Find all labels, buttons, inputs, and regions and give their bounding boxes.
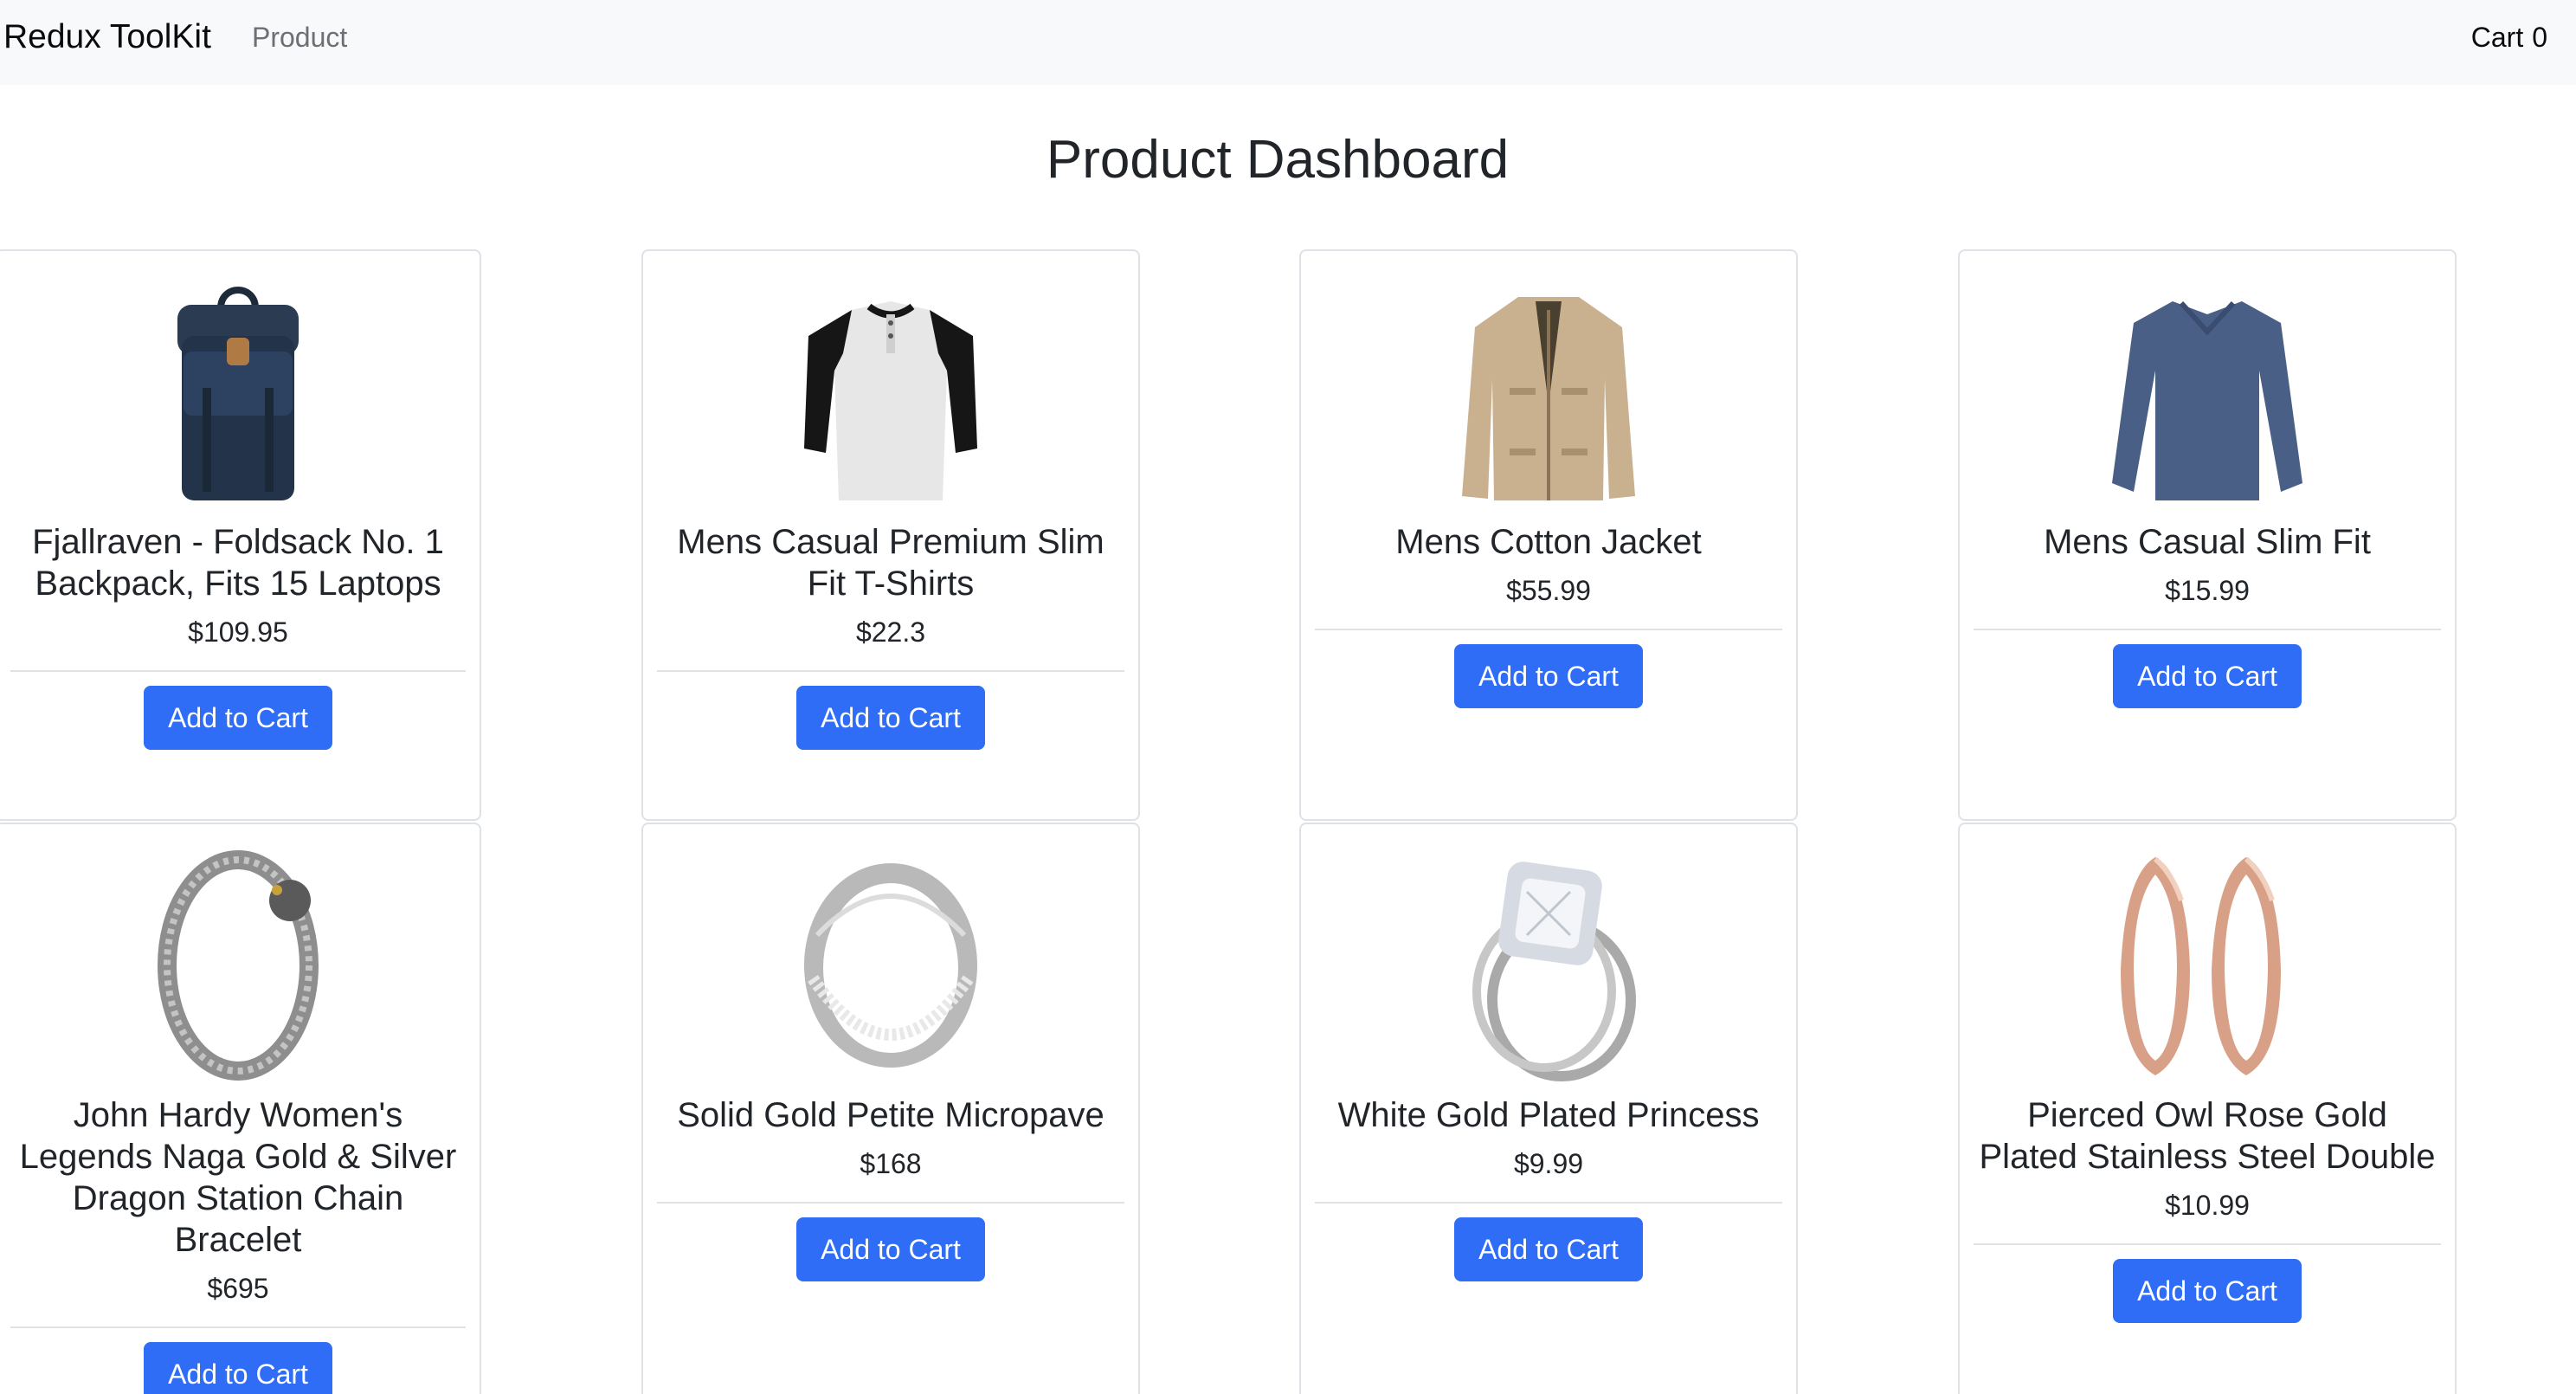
product-title: Mens Cotton Jacket <box>1395 523 1702 561</box>
add-to-cart-button[interactable]: Add to Cart <box>796 686 985 750</box>
product-price: $695 <box>207 1273 269 1304</box>
product-card-body: Mens Casual Slim Fit $15.99 Add to Cart <box>1974 521 2441 708</box>
backpack-image <box>138 275 338 509</box>
product-card: Mens Casual Slim Fit $15.99 Add to Cart <box>1958 249 2457 821</box>
product-title: Solid Gold Petite Micropave <box>677 1096 1104 1134</box>
product-title: White Gold Plated Princess <box>1337 1096 1760 1134</box>
product-title: Fjallraven - Foldsack No. 1 Backpack, Fi… <box>32 523 444 603</box>
product-card-body: Mens Cotton Jacket $55.99 Add to Cart <box>1315 521 1782 708</box>
product-price: $22.3 <box>855 616 926 648</box>
product-price: $10.99 <box>2165 1190 2250 1221</box>
product-title: Pierced Owl Rose Gold Plated Stainless S… <box>1979 1096 2436 1176</box>
bracelet-image <box>138 849 338 1082</box>
product-title: John Hardy Women's Legends Naga Gold & S… <box>19 1096 457 1259</box>
product-card-body: Pierced Owl Rose Gold Plated Stainless S… <box>1974 1094 2441 1323</box>
card-divider <box>1974 1243 2441 1245</box>
product-card: Solid Gold Petite Micropave $168 Add to … <box>641 823 1140 1394</box>
product-price: $168 <box>860 1148 922 1179</box>
add-to-cart-button[interactable]: Add to Cart <box>144 686 332 750</box>
card-divider <box>1315 1202 1782 1204</box>
product-card-body: White Gold Plated Princess $9.99 Add to … <box>1315 1094 1782 1281</box>
add-to-cart-button[interactable]: Add to Cart <box>2113 1259 2302 1323</box>
product-price: $9.99 <box>1513 1148 1584 1179</box>
card-divider <box>10 1326 466 1328</box>
product-price: $15.99 <box>2165 575 2250 606</box>
product-card: Mens Cotton Jacket $55.99 Add to Cart <box>1299 249 1798 821</box>
product-card: Mens Casual Premium Slim Fit T-Shirts $2… <box>641 249 1140 821</box>
product-title: Mens Casual Slim Fit <box>2044 523 2371 561</box>
product-price: $55.99 <box>1506 575 1591 606</box>
diamond-ring-image <box>1449 849 1648 1082</box>
ring-image <box>791 849 990 1082</box>
navbar: Redux ToolKit Product Cart 0 <box>0 0 2576 85</box>
product-card-body: Solid Gold Petite Micropave $168 Add to … <box>657 1094 1124 1281</box>
product-card: Pierced Owl Rose Gold Plated Stainless S… <box>1958 823 2457 1394</box>
jacket-image <box>1449 275 1648 509</box>
card-divider <box>657 1202 1124 1204</box>
product-price: $109.95 <box>188 616 288 648</box>
brand-link[interactable]: Redux ToolKit <box>3 16 211 59</box>
product-title: Mens Casual Premium Slim Fit T-Shirts <box>677 523 1104 603</box>
product-card-body: Fjallraven - Foldsack No. 1 Backpack, Fi… <box>10 521 466 750</box>
card-divider <box>10 670 466 672</box>
add-to-cart-button[interactable]: Add to Cart <box>144 1342 332 1394</box>
cart-link[interactable]: Cart 0 <box>2471 19 2547 55</box>
add-to-cart-button[interactable]: Add to Cart <box>2113 644 2302 708</box>
product-card: White Gold Plated Princess $9.99 Add to … <box>1299 823 1798 1394</box>
cart-count: 0 <box>2532 22 2547 53</box>
earrings-image <box>2108 849 2307 1082</box>
product-card-body: Mens Casual Premium Slim Fit T-Shirts $2… <box>657 521 1124 750</box>
page: Redux ToolKit Product Cart 0 Product Dash… <box>0 0 2576 1394</box>
longsleeve-image <box>2108 275 2307 509</box>
card-divider <box>1315 629 1782 630</box>
tshirt-image <box>791 275 990 509</box>
product-card: Fjallraven - Foldsack No. 1 Backpack, Fi… <box>0 249 481 821</box>
product-card: John Hardy Women's Legends Naga Gold & S… <box>0 823 481 1394</box>
card-divider <box>657 670 1124 672</box>
page-title: Product Dashboard <box>1046 130 1510 190</box>
product-card-body: John Hardy Women's Legends Naga Gold & S… <box>10 1094 466 1394</box>
add-to-cart-button[interactable]: Add to Cart <box>796 1217 985 1281</box>
add-to-cart-button[interactable]: Add to Cart <box>1454 644 1643 708</box>
cart-label: Cart <box>2470 22 2524 53</box>
add-to-cart-button[interactable]: Add to Cart <box>1454 1217 1643 1281</box>
card-divider <box>1974 629 2441 630</box>
nav-link-product[interactable]: Product <box>252 19 347 55</box>
